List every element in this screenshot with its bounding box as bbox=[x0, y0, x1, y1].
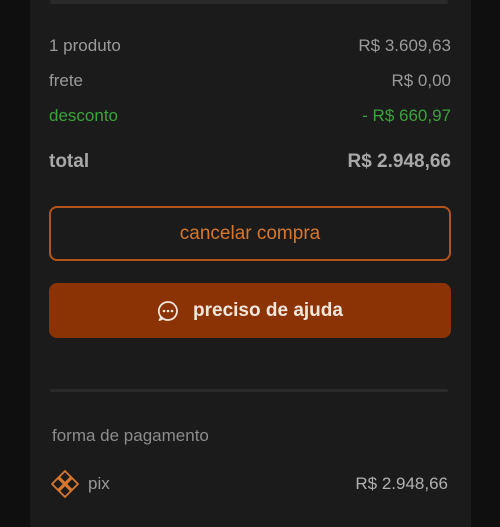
summary-label: frete bbox=[49, 71, 84, 90]
total-value: R$ 2.948,66 bbox=[347, 151, 451, 172]
help-label: preciso de ajuda bbox=[193, 299, 343, 321]
payment-amount: R$ 2.948,66 bbox=[355, 474, 448, 493]
pix-icon bbox=[50, 469, 80, 499]
order-summary-page: 1 produto R$ 3.609,63 frete R$ 0,00 desc… bbox=[0, 0, 500, 527]
summary-label: 1 produto bbox=[49, 36, 121, 55]
summary-value: R$ 0,00 bbox=[391, 71, 451, 90]
payment-method-row: pix R$ 2.948,66 bbox=[50, 468, 448, 500]
summary-value: R$ 3.609,63 bbox=[358, 36, 451, 55]
payment-section-label: forma de pagamento bbox=[52, 426, 209, 445]
help-button[interactable]: preciso de ajuda bbox=[49, 283, 451, 338]
summary-label: desconto bbox=[49, 106, 118, 125]
summary-row-shipping: frete R$ 0,00 bbox=[49, 71, 451, 91]
divider bbox=[50, 389, 448, 392]
summary-value: - R$ 660,97 bbox=[362, 106, 451, 125]
payment-method: pix bbox=[50, 469, 110, 499]
summary-row-discount: desconto - R$ 660,97 bbox=[49, 106, 451, 126]
divider bbox=[50, 0, 448, 4]
summary-row-products: 1 produto R$ 3.609,63 bbox=[49, 36, 451, 56]
total-label: total bbox=[49, 151, 90, 172]
cancel-purchase-label: cancelar compra bbox=[179, 222, 321, 244]
chat-bubble-icon bbox=[157, 300, 179, 322]
payment-method-name: pix bbox=[88, 474, 110, 493]
summary-row-total: total R$ 2.948,66 bbox=[49, 151, 451, 173]
cancel-purchase-button[interactable]: cancelar compra bbox=[49, 206, 451, 261]
